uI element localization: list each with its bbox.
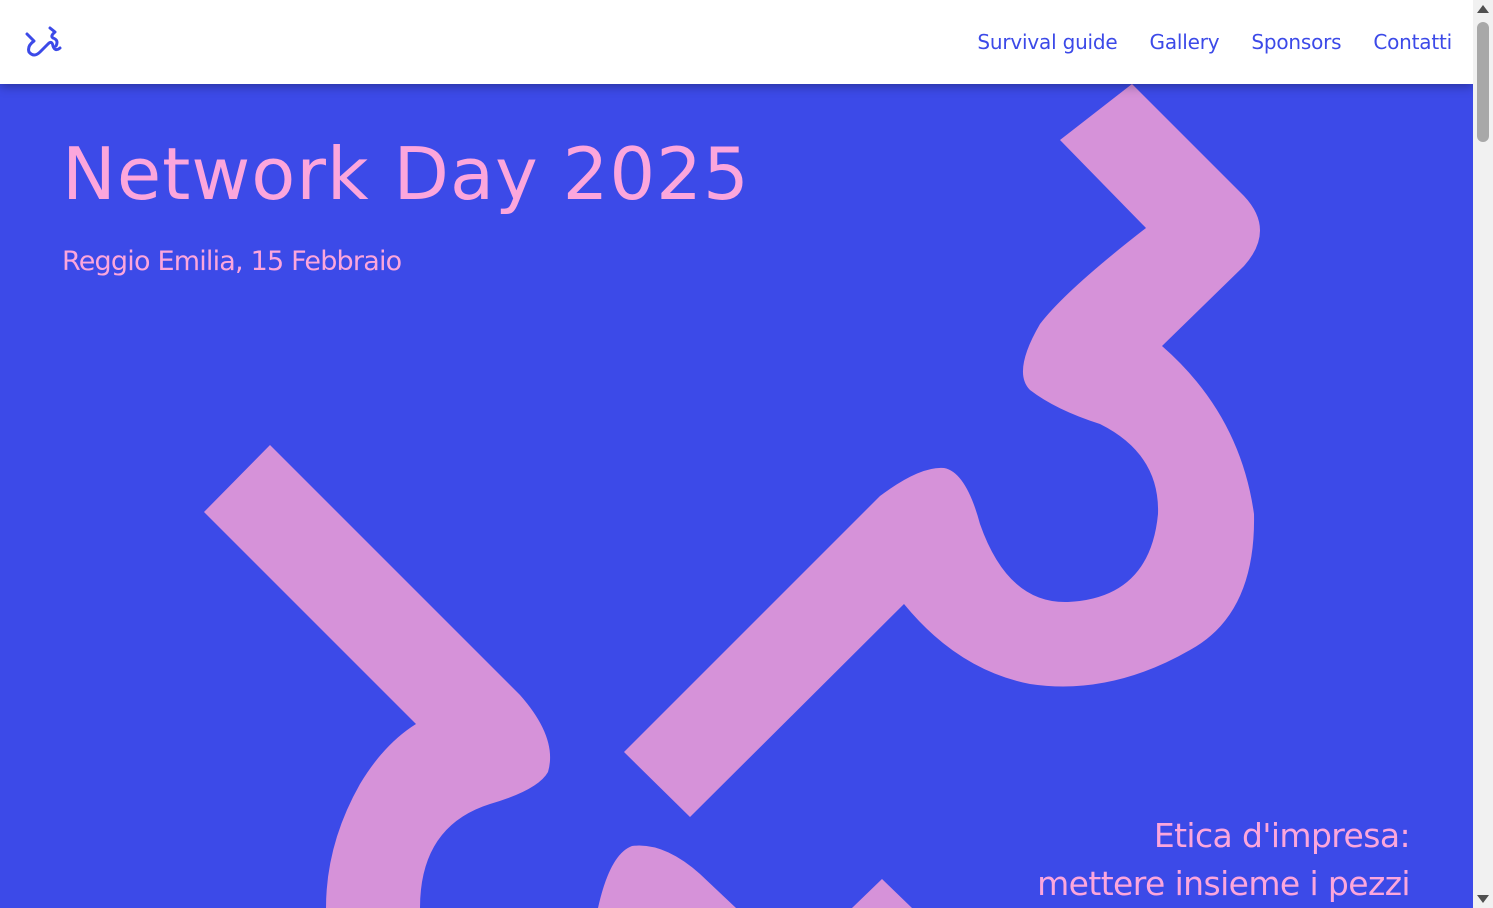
vertical-scrollbar[interactable] [1473,0,1493,908]
scroll-down-icon[interactable] [1477,895,1489,903]
hero-shape-bottom [598,845,736,908]
hero-tagline-line-1: Etica d'impresa: [1153,816,1411,855]
hero-shape-bottom-right [852,879,912,908]
nav-link-gallery[interactable]: Gallery [1150,30,1220,54]
hero-tagline: Etica d'impresa: mettere insieme i pezzi [1037,812,1410,908]
hero-shape-left [204,445,551,908]
nav-link-sponsors[interactable]: Sponsors [1251,30,1341,54]
hero-subtitle: Reggio Emilia, 15 Febbraio [62,246,402,277]
scroll-up-icon[interactable] [1477,5,1489,13]
logo-icon[interactable] [22,24,62,62]
hero-section: Network Day 2025 Reggio Emilia, 15 Febbr… [0,84,1473,908]
hero-tagline-line-2: mettere insieme i pezzi [1037,864,1410,903]
nav-link-contatti[interactable]: Contatti [1373,30,1452,54]
scroll-thumb[interactable] [1477,22,1489,142]
page: Survival guide Gallery Sponsors Contatti… [0,0,1493,908]
hero-title: Network Day 2025 [62,132,750,216]
main-nav: Survival guide Gallery Sponsors Contatti [977,0,1452,84]
nav-link-survival-guide[interactable]: Survival guide [977,30,1117,54]
top-navbar: Survival guide Gallery Sponsors Contatti [0,0,1473,84]
